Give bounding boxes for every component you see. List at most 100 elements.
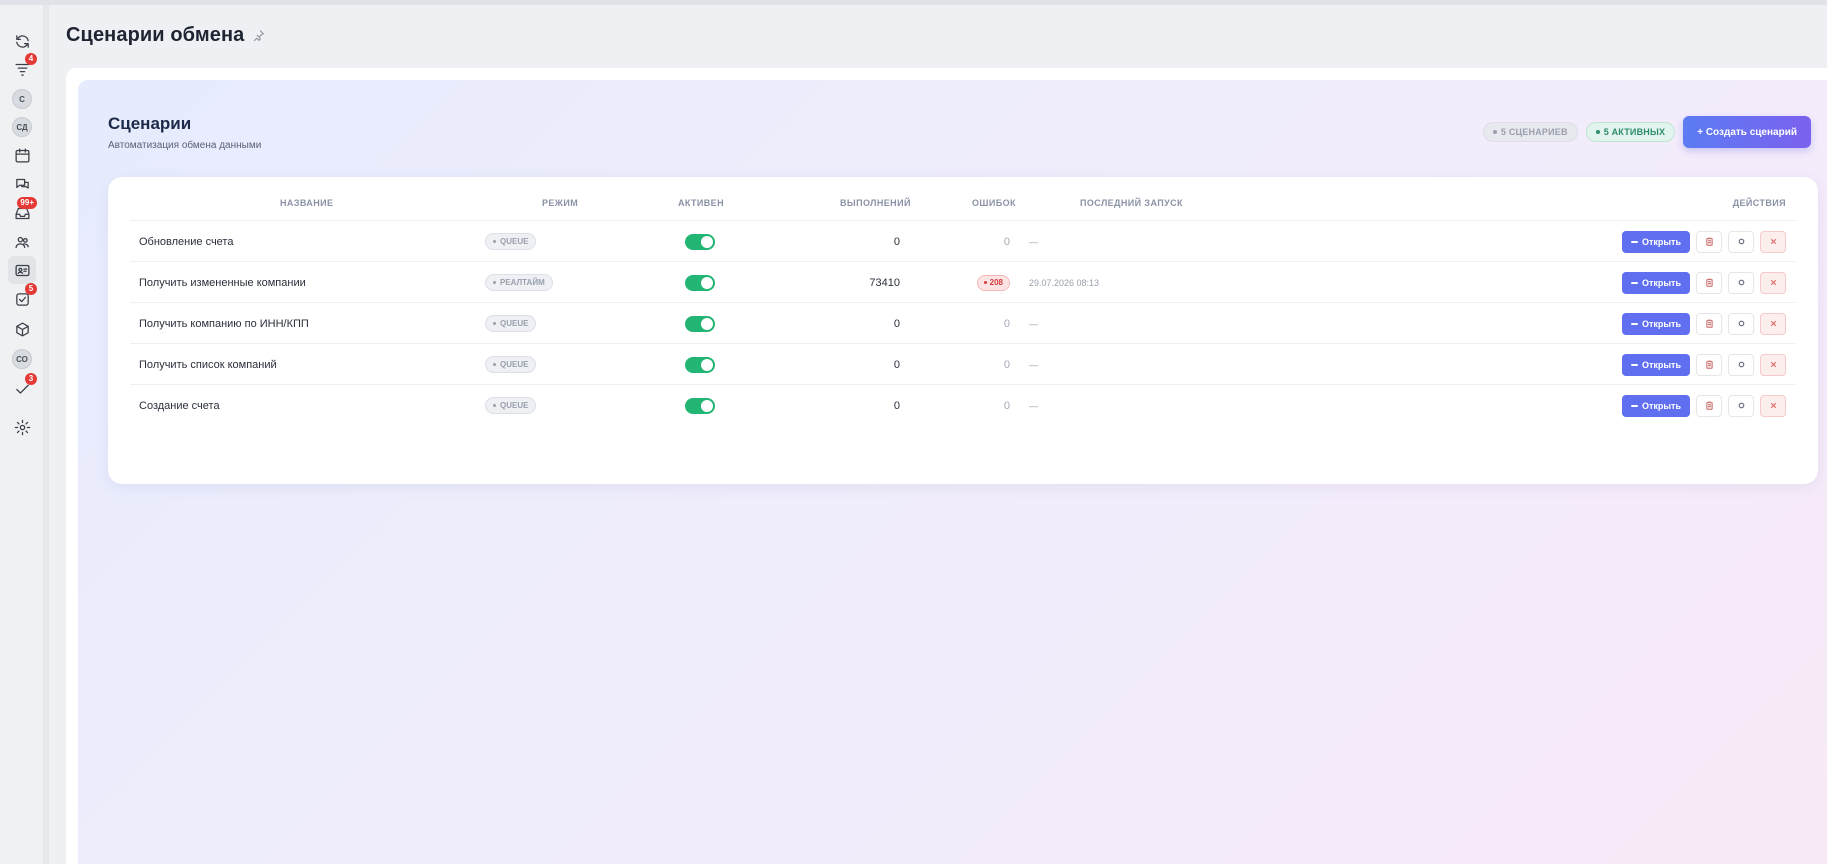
copy-button[interactable] [1696, 394, 1722, 417]
notification-badge: 99+ [17, 197, 37, 209]
open-button[interactable]: Открыть [1621, 394, 1690, 417]
active-toggle[interactable] [685, 233, 715, 250]
clipboard-icon [1705, 319, 1713, 328]
row-actions: Открыть [1621, 262, 1786, 303]
scenarios-title: Сценарии [108, 114, 192, 133]
sidebar-item-gear[interactable] [8, 413, 36, 441]
sidebar-item-chat[interactable] [8, 170, 36, 198]
scenarios-header: Сценарии Автоматизация обмена данными [108, 114, 261, 151]
errors-count: 0 [1003, 317, 1010, 330]
table-header: НАЗВАНИЕ РЕЖИМ АКТИВЕН ВЫПОЛНЕНИЙ ОШИБОК… [130, 177, 1796, 221]
active-count-pill: 5 АКТИВНЫХ [1585, 122, 1676, 142]
mode-badge: QUEUE [485, 233, 537, 250]
row-actions: Открыть [1621, 303, 1786, 344]
settings-button[interactable] [1728, 312, 1754, 335]
mode-cell: QUEUE [485, 221, 537, 262]
circle-icon [1738, 320, 1744, 327]
chat-icon [15, 178, 29, 189]
settings-button[interactable] [1728, 230, 1754, 253]
active-toggle[interactable] [685, 315, 715, 332]
circle-icon [1738, 402, 1744, 409]
mode-badge: РЕАЛТАЙМ [485, 274, 553, 291]
active-cell [685, 262, 715, 303]
copy-button[interactable] [1696, 230, 1722, 253]
open-button[interactable]: Открыть [1621, 312, 1690, 335]
header-active: АКТИВЕН [678, 198, 724, 208]
table-row: Получить измененные компании РЕАЛТАЙМ 7341… [130, 262, 1796, 303]
id-card-icon [14, 264, 30, 276]
copy-button[interactable] [1696, 353, 1722, 376]
sidebar-item-task-check[interactable]: 5 [8, 283, 37, 313]
close-icon [1770, 320, 1776, 327]
delete-button[interactable] [1760, 353, 1786, 376]
errors-count: 0 [1003, 399, 1010, 412]
delete-button[interactable] [1760, 394, 1786, 417]
create-scenario-button[interactable]: + Создать сценарий [1683, 116, 1811, 148]
error-badge[interactable]: 208 [976, 274, 1010, 291]
dot-icon [493, 281, 496, 284]
delete-button[interactable] [1760, 271, 1786, 294]
last-run: — [1029, 236, 1038, 247]
open-label: Открыть [1641, 318, 1681, 329]
scenario-name[interactable]: Получить список компаний [139, 344, 277, 385]
pin-icon[interactable] [252, 29, 265, 42]
settings-button[interactable] [1728, 394, 1754, 417]
delete-button[interactable] [1760, 230, 1786, 253]
close-icon [1770, 361, 1776, 368]
scenario-name[interactable]: Получить измененные компании [139, 262, 306, 303]
runs-count: 0 [893, 399, 900, 412]
settings-button[interactable] [1728, 271, 1754, 294]
row-actions: Открыть [1621, 221, 1786, 262]
dot-icon [983, 281, 987, 284]
open-button[interactable]: Открыть [1621, 353, 1690, 376]
active-toggle[interactable] [685, 397, 715, 414]
scenario-name[interactable]: Обновление счета [139, 221, 233, 262]
sidebar-avatar[interactable]: СД [8, 113, 36, 141]
dot-icon [493, 363, 496, 366]
sidebar-item-id-card[interactable] [8, 256, 36, 284]
scenario-name[interactable]: Получить компанию по ИНН/КПП [139, 303, 309, 344]
active-toggle[interactable] [685, 274, 715, 291]
sidebar-item-calendar[interactable] [8, 141, 36, 169]
sidebar-avatar[interactable]: СО [8, 345, 36, 373]
sidebar-avatar[interactable]: С [8, 85, 36, 113]
clipboard-icon [1705, 237, 1713, 246]
sidebar-item-checkmark[interactable]: 3 [8, 373, 37, 403]
mode-label: QUEUE [500, 237, 529, 246]
errors-count: 0 [1003, 358, 1010, 371]
mode-cell: QUEUE [485, 303, 537, 344]
clipboard-icon [1705, 401, 1713, 410]
sidebar-item-refresh[interactable] [8, 27, 36, 55]
row-actions: Открыть [1621, 385, 1786, 426]
open-button[interactable]: Открыть [1621, 230, 1690, 253]
mode-label: QUEUE [500, 360, 529, 369]
settings-button[interactable] [1728, 353, 1754, 376]
sidebar-item-filter[interactable]: 4 [8, 53, 37, 83]
sidebar-item-users[interactable] [8, 228, 36, 256]
refresh-icon [15, 34, 29, 48]
copy-button[interactable] [1696, 271, 1722, 294]
copy-button[interactable] [1696, 312, 1722, 335]
summary-pills: 5 СЦЕНАРИЕВ 5 АКТИВНЫХ + Создать сценари… [1482, 116, 1811, 148]
delete-button[interactable] [1760, 312, 1786, 335]
open-button[interactable]: Открыть [1621, 271, 1690, 294]
error-count: 208 [989, 278, 1003, 287]
scenarios-subtitle: Автоматизация обмена данными [108, 140, 262, 151]
runs-count: 0 [893, 358, 900, 371]
clipboard-icon [1705, 360, 1713, 369]
scenario-count-label: 5 СЦЕНАРИЕВ [1500, 127, 1568, 137]
last-run: — [1029, 400, 1038, 411]
sidebar-item-inbox[interactable]: 99+ [8, 197, 37, 227]
circle-icon [1738, 279, 1744, 286]
scenario-name[interactable]: Создание счета [139, 385, 220, 426]
header-name: НАЗВАНИЕ [280, 198, 334, 208]
open-label: Открыть [1641, 236, 1681, 247]
main-panel: Сценарии Автоматизация обмена данными 5 … [66, 68, 1827, 864]
avatar: СД [12, 117, 32, 137]
active-cell [685, 344, 715, 385]
sidebar-item-cube[interactable] [8, 315, 36, 343]
active-cell [685, 303, 715, 344]
active-toggle[interactable] [685, 356, 715, 373]
runs-count: 0 [893, 235, 900, 248]
mode-label: РЕАЛТАЙМ [500, 278, 545, 287]
